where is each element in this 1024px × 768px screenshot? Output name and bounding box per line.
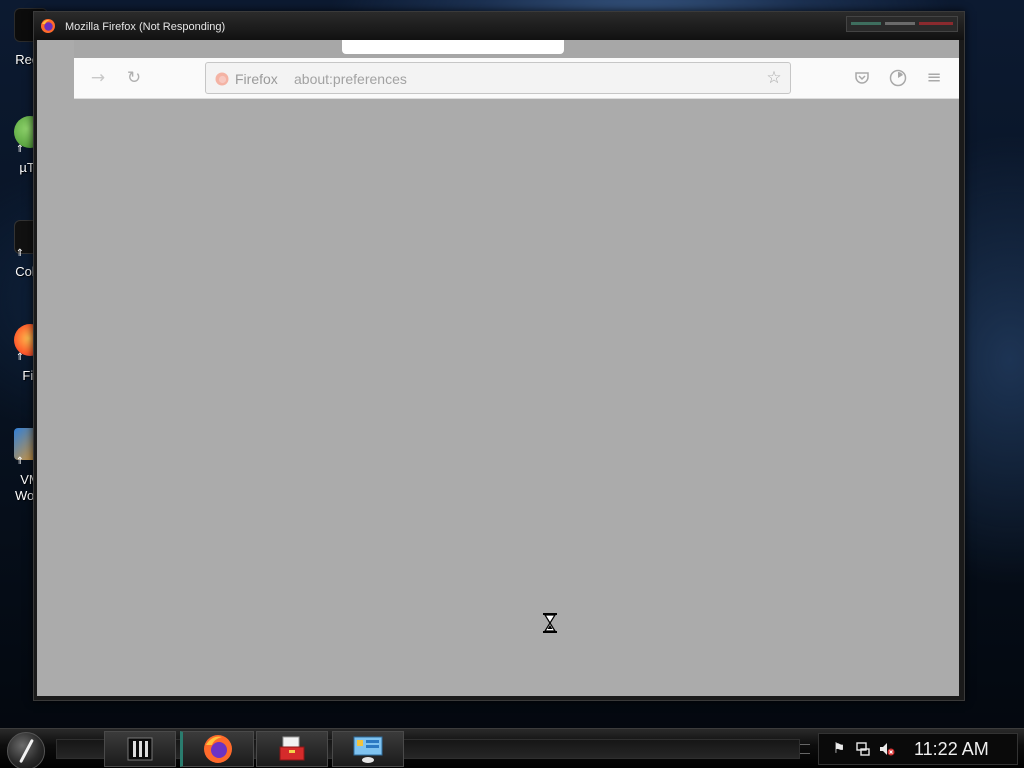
tab-preferences[interactable] bbox=[342, 40, 564, 54]
action-center-flag-icon[interactable]: ⚑ bbox=[831, 741, 847, 757]
shortcut-arrow-icon: ⇑ bbox=[15, 456, 25, 467]
navigation-toolbar: → ↻ Firefox about:preferences ☆ ≡ bbox=[74, 58, 959, 99]
shortcut-arrow-icon: ⇑ bbox=[15, 352, 25, 363]
browser-client-area[interactable]: → ↻ Firefox about:preferences ☆ ≡ bbox=[37, 40, 959, 696]
maximize-button[interactable] bbox=[885, 22, 915, 25]
taskbar: ⚑ 11:22 AM bbox=[0, 728, 1024, 768]
minimize-button[interactable] bbox=[851, 22, 881, 25]
window-titlebar[interactable]: Mozilla Firefox (Not Responding) bbox=[34, 12, 964, 40]
taskbar-grip[interactable] bbox=[800, 744, 810, 754]
firefox-icon bbox=[215, 72, 229, 86]
reload-button[interactable]: ↻ bbox=[122, 66, 146, 90]
close-button[interactable] bbox=[919, 22, 953, 25]
taskbar-app-control-panel[interactable] bbox=[332, 731, 404, 767]
system-tray: ⚑ 11:22 AM bbox=[818, 733, 1018, 765]
volume-muted-icon[interactable] bbox=[879, 741, 895, 757]
pocket-icon[interactable] bbox=[850, 66, 874, 90]
hourglass-busy-cursor bbox=[542, 612, 558, 634]
sync-icon[interactable] bbox=[886, 66, 910, 90]
forward-button[interactable]: → bbox=[86, 66, 110, 90]
url-bar[interactable]: Firefox about:preferences ☆ bbox=[205, 62, 791, 94]
taskbar-app-toolbox[interactable] bbox=[256, 731, 328, 767]
window-controls[interactable] bbox=[846, 16, 958, 32]
url-text[interactable]: about:preferences bbox=[294, 71, 407, 87]
start-button[interactable] bbox=[7, 732, 45, 768]
bookmark-star-icon[interactable]: ☆ bbox=[764, 68, 784, 88]
media-app-icon bbox=[127, 737, 153, 761]
taskbar-app-media[interactable] bbox=[104, 731, 176, 767]
firefox-icon bbox=[204, 735, 232, 763]
taskbar-app-firefox[interactable] bbox=[180, 731, 254, 767]
shortcut-arrow-icon: ⇑ bbox=[15, 144, 25, 155]
control-panel-icon bbox=[353, 736, 383, 763]
tab-strip bbox=[74, 40, 959, 58]
hamburger-menu-button[interactable]: ≡ bbox=[922, 66, 946, 90]
identity-label: Firefox bbox=[235, 71, 278, 87]
firefox-window[interactable]: Mozilla Firefox (Not Responding) → ↻ Fir… bbox=[33, 11, 965, 701]
shortcut-arrow-icon: ⇑ bbox=[15, 248, 25, 259]
toolbox-icon bbox=[279, 736, 305, 761]
window-title: Mozilla Firefox (Not Responding) bbox=[65, 21, 226, 33]
start-logo-icon bbox=[19, 738, 34, 764]
clock[interactable]: 11:22 AM bbox=[914, 739, 989, 760]
firefox-icon bbox=[41, 19, 55, 33]
network-icon[interactable] bbox=[855, 741, 871, 757]
